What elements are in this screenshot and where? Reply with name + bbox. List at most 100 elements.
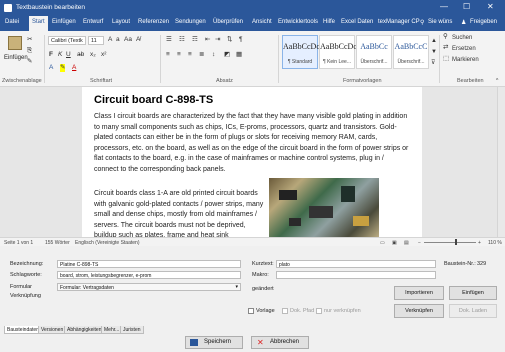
insert-button[interactable]: Einfügen — [449, 286, 497, 300]
replace-icon[interactable]: ⇄ — [443, 44, 448, 52]
bezeichnung-label: Bezeichnung: — [10, 261, 44, 267]
tab-excel-daten[interactable]: Excel Daten — [341, 19, 373, 25]
subscript-icon[interactable]: x₂ — [90, 51, 96, 59]
style-name: ¶ Standard — [287, 59, 313, 65]
format-painter-icon[interactable]: ✎ — [27, 58, 32, 66]
paste-button[interactable]: Einfügen — [4, 55, 28, 61]
formular-select[interactable]: Formular: Vertragsdaten ▾ — [57, 283, 241, 291]
styles-more-icon[interactable]: ⊽ — [431, 59, 435, 67]
tab-texmanager[interactable]: texManager CP — [378, 19, 420, 25]
zoom-slider[interactable] — [424, 242, 476, 243]
cancel-button[interactable]: ✕ Abbrechen — [251, 336, 309, 349]
tab-juristen[interactable]: Juristen — [120, 326, 144, 334]
text-effects-icon[interactable]: A — [49, 64, 53, 72]
tab-abhaengigkeiten[interactable]: Abhängigkeiten — [64, 326, 105, 334]
document-page[interactable]: Circuit board C-898-TS Class I circuit b… — [82, 87, 422, 237]
nur-verknuepfen-checkbox[interactable] — [316, 308, 322, 314]
cut-icon[interactable]: ✂ — [27, 36, 32, 44]
strikethrough-icon[interactable]: a̶b — [77, 51, 84, 59]
tab-layout[interactable]: Layout — [112, 19, 130, 25]
align-right-icon[interactable]: ≡ — [188, 51, 192, 59]
clear-format-icon[interactable]: A̸ — [136, 36, 140, 44]
underline-button[interactable]: U — [66, 51, 71, 59]
change-case-icon[interactable]: Aa — [124, 36, 132, 44]
maximize-button[interactable]: ☐ — [463, 3, 470, 11]
schlagworte-input[interactable]: board, strom, leistungsbegrenzer, e-prom — [57, 271, 241, 279]
find-icon[interactable]: ⚲ — [443, 33, 448, 41]
find-button[interactable]: Suchen — [452, 34, 472, 42]
sort-icon[interactable]: ⇅ — [227, 36, 232, 44]
document-area[interactable]: Circuit board C-898-TS Class I circuit b… — [0, 87, 505, 237]
style-kein-leerraum[interactable]: AaBbCcDc ¶ Kein Lee... — [319, 35, 357, 69]
shading-icon[interactable]: ◩ — [224, 51, 230, 59]
tab-entwicklertools[interactable]: Entwicklertools — [278, 19, 318, 25]
line-spacing-icon[interactable]: ↕ — [212, 51, 215, 59]
styles-scroll-down-icon[interactable]: ▼ — [431, 48, 437, 56]
tab-bausteindaten[interactable]: Bausteindaten — [4, 326, 42, 334]
tab-datei[interactable]: Datei — [5, 19, 19, 25]
increase-indent-icon[interactable]: ⇥ — [215, 36, 220, 44]
nur-verknuepfen-label: nur verknüpfen — [324, 308, 361, 314]
tab-hilfe[interactable]: Hilfe — [323, 19, 335, 25]
app-icon — [4, 4, 12, 12]
tab-sendungen[interactable]: Sendungen — [175, 19, 206, 25]
collapse-ribbon-icon[interactable]: ^ — [496, 77, 498, 85]
bezeichnung-input[interactable]: Platine C-898-TS — [57, 260, 241, 268]
share-button[interactable]: Freigeben — [470, 19, 497, 25]
grow-font-icon[interactable]: A — [108, 36, 112, 44]
replace-button[interactable]: Ersetzen — [452, 45, 476, 53]
style-heading-2[interactable]: AaBbCcC Überschrif... — [393, 35, 429, 69]
select-icon[interactable]: ⬚ — [443, 55, 449, 63]
zoom-slider-thumb[interactable] — [455, 239, 458, 245]
style-name: Überschrif... — [360, 59, 388, 65]
chevron-down-icon[interactable]: ▾ — [235, 284, 238, 290]
makro-input[interactable] — [276, 271, 436, 279]
tab-einfuegen[interactable]: Einfügen — [52, 19, 76, 25]
ribbon-separator — [439, 35, 440, 83]
load-document-button[interactable]: Dok. Laden — [449, 304, 497, 318]
minimize-button[interactable]: — — [440, 3, 448, 11]
decrease-indent-icon[interactable]: ⇤ — [205, 36, 210, 44]
search-tell-me[interactable]: Sie wüns — [428, 19, 452, 25]
bullets-icon[interactable]: ☰ — [166, 36, 172, 44]
style-standard[interactable]: AaBbCcDc ¶ Standard — [282, 35, 320, 69]
font-name-select[interactable]: Calibri (Textk — [48, 36, 86, 45]
search-icon[interactable]: ⚲ — [420, 19, 424, 26]
superscript-icon[interactable]: x² — [101, 51, 106, 59]
font-color-icon[interactable]: A — [72, 64, 76, 72]
tab-ansicht[interactable]: Ansicht — [252, 19, 272, 25]
justify-icon[interactable]: ≣ — [199, 51, 204, 59]
shrink-font-icon[interactable]: a — [116, 36, 120, 44]
align-left-icon[interactable]: ≡ — [166, 51, 170, 59]
close-button[interactable]: ✕ — [487, 3, 494, 11]
paste-icon[interactable] — [8, 36, 22, 50]
tab-referenzen[interactable]: Referenzen — [138, 19, 169, 25]
document-scrollbar[interactable] — [497, 87, 505, 237]
document-paragraph: Circuit boards class 1-A are old printed… — [94, 190, 264, 237]
numbering-icon[interactable]: ☷ — [179, 36, 185, 44]
borders-icon[interactable]: ▦ — [236, 51, 242, 59]
tab-start[interactable]: Start — [29, 16, 48, 31]
style-name: ¶ Kein Lee... — [323, 59, 351, 65]
tab-entwurf[interactable]: Entwurf — [83, 19, 103, 25]
multilevel-list-icon[interactable]: ☶ — [192, 36, 198, 44]
dok-pfad-checkbox[interactable] — [282, 308, 288, 314]
highlight-icon[interactable]: ✎ — [60, 64, 66, 72]
kurztext-input[interactable]: plato — [276, 260, 436, 268]
share-icon[interactable]: ♟ — [461, 19, 466, 26]
vorlage-checkbox[interactable] — [248, 308, 254, 314]
import-button[interactable]: Importieren — [394, 286, 444, 300]
tab-ueberpruefen[interactable]: Überprüfen — [213, 19, 243, 25]
select-button[interactable]: Markieren — [452, 56, 479, 64]
styles-scroll-up-icon[interactable]: ▲ — [431, 37, 437, 45]
style-heading-1[interactable]: AaBbCc Überschrif... — [356, 35, 392, 69]
link-button[interactable]: Verknüpfen — [394, 304, 444, 318]
italic-button[interactable]: K — [58, 51, 62, 59]
pilcrow-icon[interactable]: ¶ — [239, 36, 243, 44]
copy-icon[interactable]: ⎘ — [27, 47, 32, 55]
tab-versionen[interactable]: Versionen — [38, 326, 67, 334]
font-size-select[interactable]: 11 — [88, 36, 104, 45]
save-button[interactable]: Speichern — [185, 336, 243, 349]
bold-button[interactable]: F — [49, 51, 53, 59]
align-center-icon[interactable]: ≡ — [177, 51, 181, 59]
